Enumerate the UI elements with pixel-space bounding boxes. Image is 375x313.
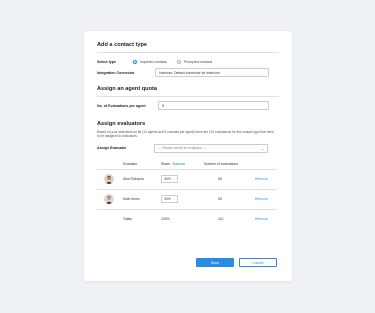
radio-imported-label: Imported contacts <box>140 60 167 64</box>
totals-row: Totals 100% 110 Remove <box>97 209 277 229</box>
evaluators-table: Evaluator Share - Balance Number of eval… <box>97 158 277 230</box>
radio-selected-icon <box>133 60 137 64</box>
chevron-down-icon: ⌄ <box>260 145 264 151</box>
divider <box>97 52 279 53</box>
assign-evaluator-row: Assign Evaluator --- Please select an ev… <box>97 143 279 153</box>
col-count: Number of evaluations <box>204 158 255 170</box>
evals-per-agent-label: No. of Evaluations per agent <box>97 103 146 108</box>
remove-link[interactable]: Remove <box>255 189 277 210</box>
remove-link[interactable]: Remove <box>255 209 277 229</box>
avatar <box>104 194 114 205</box>
section-title-evaluators: Assign evaluators <box>97 121 146 127</box>
share-cell: 50% <box>161 169 204 190</box>
evaluators-description: Based on your selections so far (12 agen… <box>97 130 274 139</box>
col-share: Share - Balance <box>161 158 204 170</box>
share-input[interactable]: 50% <box>161 175 178 184</box>
table-row: Matt Jones 50% 55 Remove <box>97 189 277 210</box>
save-button[interactable]: Save <box>196 258 234 267</box>
avatar <box>104 174 114 185</box>
avatar-cell <box>97 169 123 190</box>
evaluation-count: 55 <box>204 189 255 210</box>
section-title-quota: Assign an agent quota <box>97 86 157 92</box>
evals-row: No. of Evaluations per agent 5 <box>97 101 279 110</box>
assign-evaluator-select[interactable]: --- Please select an evaluator --- ⌄ <box>154 143 268 153</box>
avatar-cell <box>97 189 123 210</box>
evaluator-name: Matt Jones <box>123 189 161 210</box>
table-row: Alex Richards 50% 55 Remove <box>97 169 277 190</box>
totals-count: 110 <box>218 217 224 222</box>
col-share-label: Share - <box>161 161 174 166</box>
integration-label: Integration Connector <box>97 70 135 75</box>
divider <box>97 96 279 97</box>
evaluation-count: 55 <box>204 169 255 190</box>
assign-evaluator-label: Assign Evaluator <box>97 146 127 151</box>
radio-prompted-label: Prompted contacts <box>184 60 213 64</box>
radio-unselected-icon <box>177 60 181 64</box>
avatar-cell-empty <box>97 209 123 229</box>
select-type-row: Select type Imported contacts Prompted c… <box>97 60 279 64</box>
col-evaluator: Evaluator <box>123 158 161 170</box>
share-cell: 50% <box>161 189 204 210</box>
totals-share: 100% <box>161 217 170 222</box>
radio-imported-contacts[interactable]: Imported contacts <box>133 60 177 64</box>
integration-row: Integration Connector Intercom: Default … <box>97 68 279 77</box>
radio-prompted-contacts[interactable]: Prompted contacts <box>177 60 212 64</box>
totals-label: Totals <box>123 217 132 222</box>
col-avatar <box>97 158 123 170</box>
cancel-button[interactable]: Cancel <box>239 258 277 267</box>
remove-link[interactable]: Remove <box>255 169 277 190</box>
balance-link[interactable]: Balance <box>173 162 185 166</box>
col-action <box>255 158 277 170</box>
integration-connector-select[interactable]: Intercom: Default connector for Intercom <box>155 68 269 77</box>
table-header-row: Evaluator Share - Balance Number of eval… <box>97 158 277 170</box>
section-title-contact-type: Add a contact type <box>97 42 148 48</box>
contact-type-card: Add a contact type Select type Imported … <box>84 31 292 281</box>
evaluator-name: Alex Richards <box>123 169 161 190</box>
select-type-label: Select type <box>97 60 116 64</box>
evals-per-agent-input[interactable]: 5 <box>158 101 269 110</box>
share-input[interactable]: 50% <box>161 195 178 204</box>
assign-evaluator-placeholder: --- Please select an evaluator --- <box>158 146 207 151</box>
